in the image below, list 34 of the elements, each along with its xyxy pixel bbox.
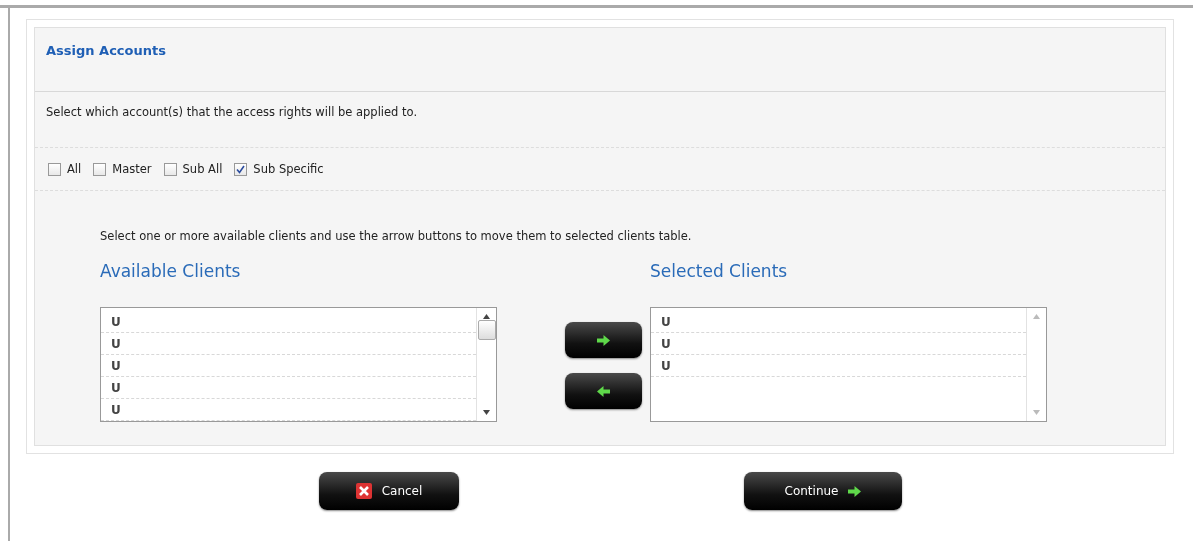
list-item[interactable]: U xyxy=(651,333,1026,355)
checkbox-label[interactable]: Sub All xyxy=(182,162,223,176)
checkbox-label[interactable]: All xyxy=(67,162,82,176)
list-heading: Selected Clients xyxy=(650,261,789,281)
client-listbox[interactable]: U U U xyxy=(650,307,1047,422)
list-item[interactable]: U xyxy=(101,333,476,355)
close-icon xyxy=(355,483,372,499)
scroll-thumb[interactable] xyxy=(477,319,496,340)
client-listbox[interactable]: U U U U U xyxy=(100,307,497,422)
list-item[interactable]: U xyxy=(101,399,476,421)
arrow-right-icon xyxy=(848,485,862,497)
instruction-text: Select one or more available clients and use the arrow buttons to move them to selected clients table. xyxy=(100,229,692,243)
list-item[interactable]: U xyxy=(101,311,476,333)
checkbox[interactable] xyxy=(48,162,61,176)
description-text: Select which account(s) that the access rights will be applied to. xyxy=(46,105,418,119)
move-left-button[interactable] xyxy=(565,373,642,409)
move-right-button[interactable] xyxy=(565,322,642,358)
list-item[interactable]: U xyxy=(101,355,476,377)
arrow-left-icon xyxy=(597,385,610,397)
list-item[interactable]: U xyxy=(101,377,476,399)
arrow-right-icon xyxy=(597,334,610,346)
checkbox[interactable] xyxy=(93,162,107,176)
panel-title: Assign Accounts xyxy=(46,43,166,58)
checkbox-label[interactable]: Sub Specific xyxy=(253,162,324,176)
checkbox[interactable] xyxy=(234,162,248,176)
checkbox[interactable] xyxy=(163,162,177,176)
scroll-down-icon[interactable] xyxy=(483,410,490,415)
scrollbar[interactable] xyxy=(476,308,496,421)
cancel-button[interactable]: Cancel xyxy=(319,472,459,510)
list-heading: Available Clients xyxy=(100,261,242,281)
continue-button[interactable]: Continue xyxy=(744,472,902,510)
list-item[interactable]: U xyxy=(651,355,1026,377)
checkbox-label[interactable]: Master xyxy=(112,162,152,176)
list-item[interactable]: U xyxy=(651,311,1026,333)
